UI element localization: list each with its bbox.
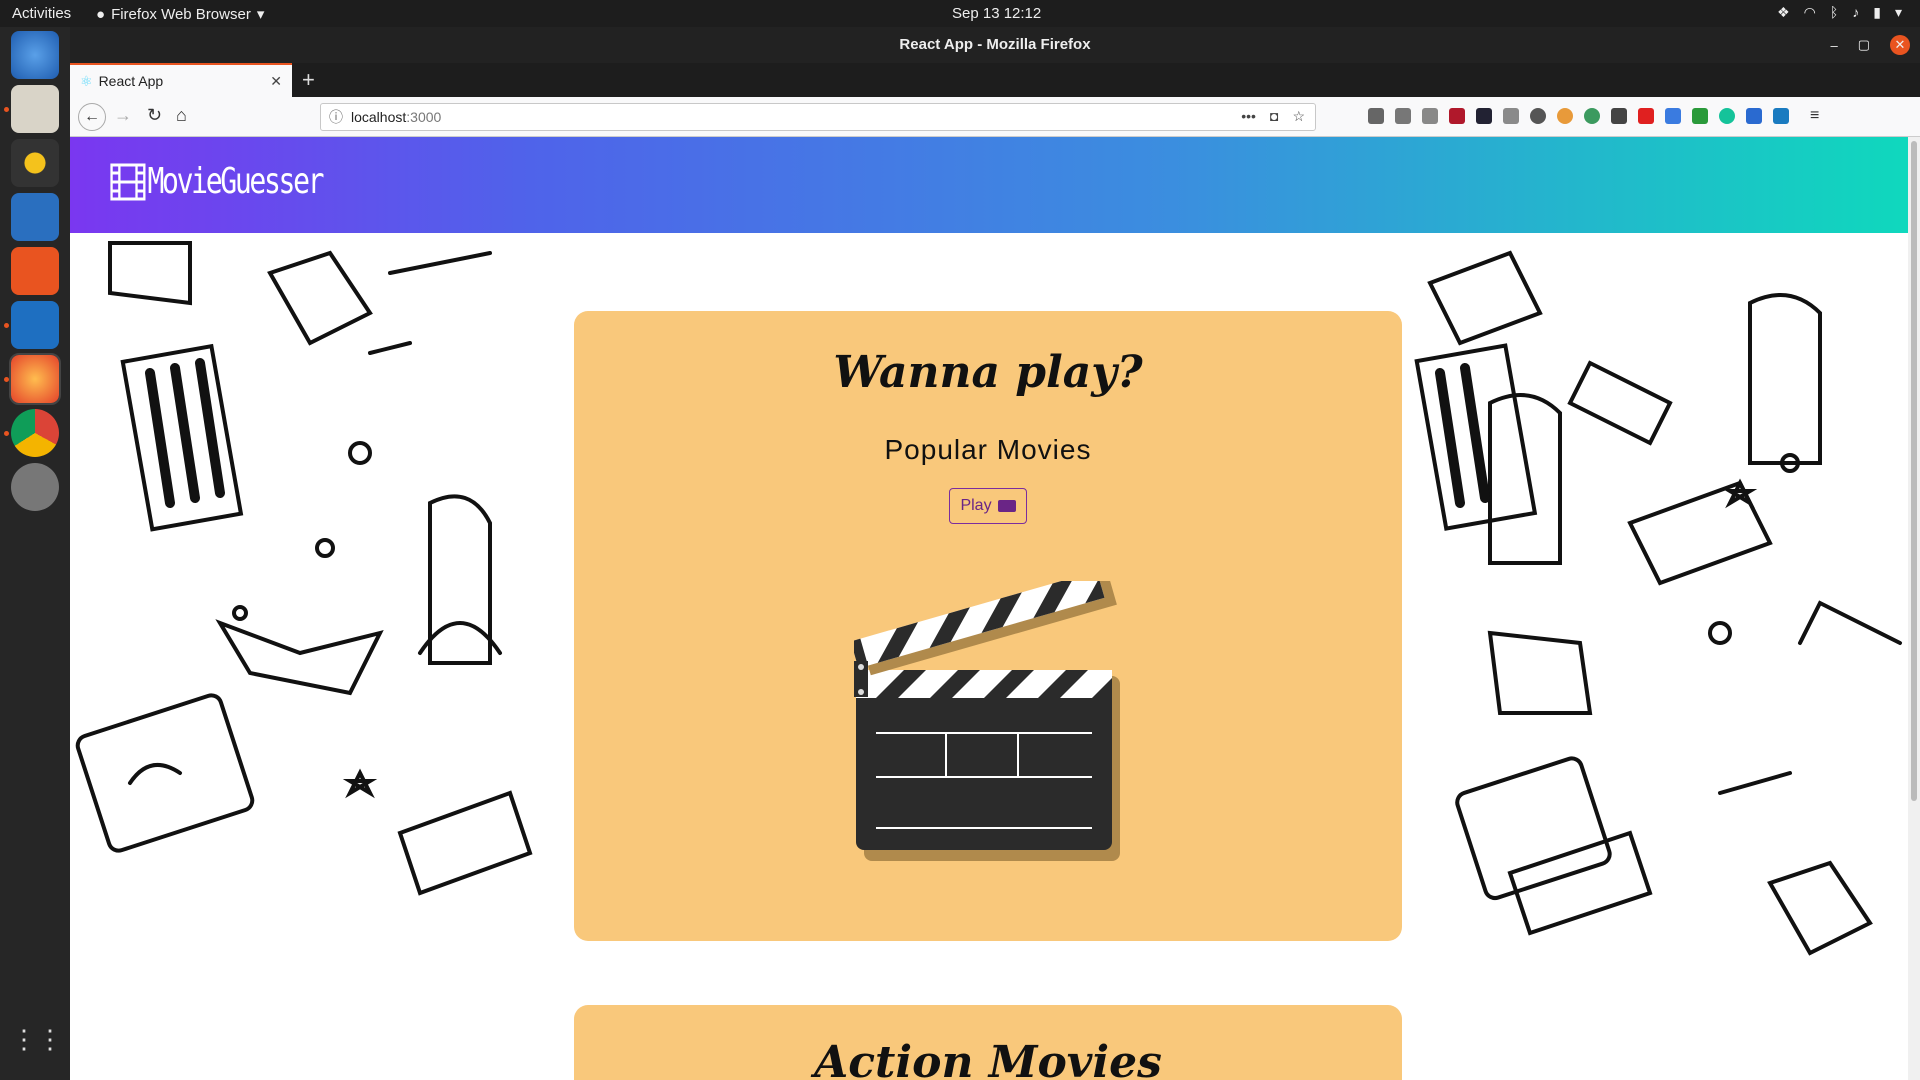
- chrome-icon[interactable]: [11, 409, 59, 457]
- url-port: :3000: [406, 109, 442, 125]
- chevron-down-icon: ▾: [1894, 4, 1902, 20]
- extension-icon[interactable]: [1476, 108, 1492, 124]
- close-icon[interactable]: ✕: [1890, 35, 1910, 55]
- activities-button[interactable]: Activities: [12, 5, 71, 22]
- scrollbar-thumb[interactable]: [1911, 141, 1917, 801]
- play-button[interactable]: Play: [949, 488, 1027, 524]
- scrollbar[interactable]: [1908, 137, 1920, 1080]
- forward-button[interactable]: →: [114, 105, 132, 126]
- sidebar-icon[interactable]: [1395, 108, 1411, 124]
- card-subtitle: Popular Movies: [884, 434, 1092, 465]
- bookmark-star-icon[interactable]: ☆: [1292, 108, 1305, 125]
- site-logo[interactable]: MovieGuesser: [110, 161, 325, 202]
- menu-icon[interactable]: ≡: [1810, 108, 1826, 124]
- site-logo-text: MovieGuesser: [147, 161, 324, 202]
- account-icon[interactable]: [1530, 108, 1546, 124]
- files-icon[interactable]: [11, 85, 59, 133]
- clapperboard-icon: [854, 581, 1120, 861]
- info-icon: ⓘ: [329, 109, 343, 125]
- app-menu-label: Firefox Web Browser: [111, 5, 251, 23]
- firefox-icon[interactable]: [9, 353, 61, 405]
- card-title: Action Movies: [814, 1037, 1162, 1080]
- firefox-window: React App - Mozilla Firefox – ▢ ✕ ⚛ React A…: [70, 27, 1920, 1080]
- maximize-icon[interactable]: ▢: [1858, 37, 1870, 53]
- ublock-icon[interactable]: [1449, 108, 1465, 124]
- vscode-icon[interactable]: [11, 301, 59, 349]
- library-icon[interactable]: [1368, 108, 1384, 124]
- close-tab-icon[interactable]: ✕: [270, 73, 282, 90]
- reload-button[interactable]: ↻: [147, 105, 162, 126]
- extension-icon[interactable]: [1665, 108, 1681, 124]
- card-title: Wanna play?: [833, 347, 1143, 398]
- app-grid-icon[interactable]: ⋮⋮⋮: [11, 1024, 89, 1072]
- film-icon: [110, 163, 146, 200]
- new-tab-button[interactable]: +: [302, 67, 315, 93]
- extension-icon[interactable]: [1503, 108, 1519, 124]
- dropbox-icon: ❖: [1777, 4, 1790, 20]
- home-button[interactable]: ⌂: [176, 105, 187, 126]
- dock: ⋮⋮⋮: [0, 27, 89, 1080]
- youtube-icon[interactable]: [1638, 108, 1654, 124]
- extension-icon[interactable]: [1422, 108, 1438, 124]
- minimize-icon[interactable]: –: [1830, 38, 1837, 53]
- url-bar[interactable]: ⓘ localhost:3000 ••• ◘ ☆: [320, 103, 1316, 131]
- extension-icon[interactable]: [1692, 108, 1708, 124]
- system-top-bar: Activities ● Firefox Web Browser ▾ Sep 13 …: [0, 0, 1920, 27]
- tab-react-app[interactable]: ⚛ React App ✕: [70, 63, 292, 97]
- window-title: React App - Mozilla Firefox: [899, 36, 1091, 53]
- rhythmbox-icon[interactable]: [11, 139, 59, 187]
- system-tray[interactable]: ❖ ◠ ᛒ ♪ ▮ ▾: [1777, 4, 1902, 21]
- bluetooth-icon: ᛒ: [1829, 4, 1839, 20]
- extension-icon[interactable]: [1557, 108, 1573, 124]
- url-host: localhost: [351, 109, 407, 125]
- volume-icon: ♪: [1852, 4, 1860, 20]
- navigation-bar: ← → ↻ ⌂ ⓘ localhost:3000 ••• ◘ ☆ ≡: [70, 97, 1920, 137]
- play-button-label: Play: [960, 497, 992, 514]
- title-bar: React App - Mozilla Firefox – ▢ ✕: [70, 27, 1920, 63]
- react-icon: ⚛: [80, 72, 93, 89]
- extension-icon[interactable]: [1773, 108, 1789, 124]
- site-header: MovieGuesser: [70, 137, 1908, 233]
- action-movies-card: Action Movies: [574, 1005, 1402, 1080]
- tab-strip: ⚛ React App ✕ +: [70, 63, 1920, 97]
- extensions-toolbar: ≡: [1368, 108, 1826, 124]
- software-icon[interactable]: [11, 247, 59, 295]
- pocket-icon[interactable]: ◘: [1270, 108, 1278, 125]
- more-icon[interactable]: •••: [1241, 108, 1256, 125]
- back-button[interactable]: ←: [78, 103, 106, 131]
- extension-icon[interactable]: [1611, 108, 1627, 124]
- chevron-down-icon: ▾: [256, 6, 265, 23]
- writer-icon[interactable]: [11, 193, 59, 241]
- extension-icon[interactable]: [1584, 108, 1600, 124]
- clock[interactable]: Sep 13 12:12: [952, 5, 1041, 22]
- grammarly-icon[interactable]: [1719, 108, 1735, 124]
- battery-icon: ▮: [1873, 4, 1881, 20]
- firefox-icon: ●: [96, 5, 106, 23]
- thunderbird-icon[interactable]: [11, 31, 59, 79]
- video-camera-icon: [997, 500, 1016, 512]
- tab-title: React App: [98, 73, 164, 89]
- popular-movies-card: Wanna play? Popular Movies Play: [574, 311, 1402, 941]
- settings-icon[interactable]: [11, 463, 59, 511]
- page-viewport: MovieGuesser Wanna play? Popular Movies …: [70, 137, 1908, 1080]
- app-menu[interactable]: ● Firefox Web Browser ▾: [96, 5, 265, 24]
- wifi-icon: ◠: [1803, 4, 1816, 20]
- extension-icon[interactable]: [1746, 108, 1762, 124]
